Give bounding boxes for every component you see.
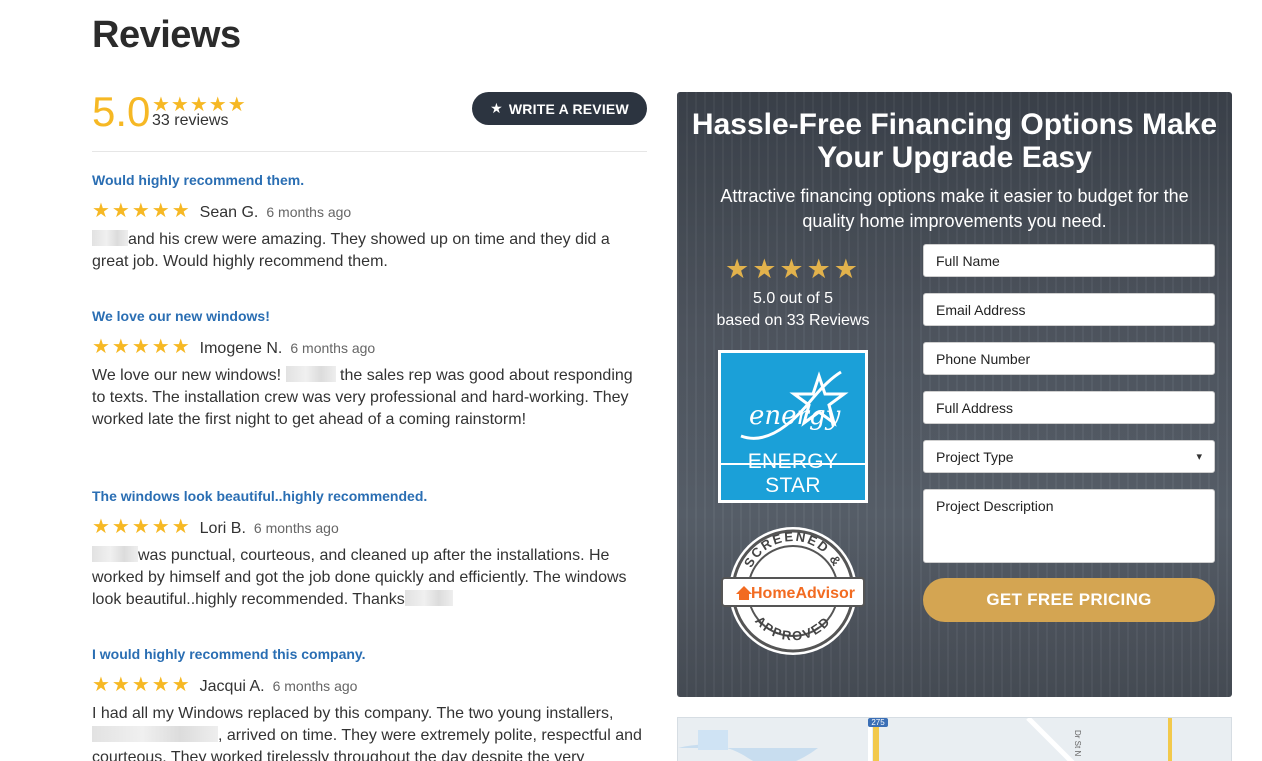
phone-field[interactable]: Phone Number (923, 342, 1215, 375)
review-body: and his crew were amazing. They showed u… (92, 229, 648, 273)
review-item: The windows look beautiful..highly recom… (92, 488, 648, 611)
rating-basis: based on 33 Reviews (716, 312, 870, 329)
review-author: Lori B. (199, 520, 246, 537)
financing-panel: Hassle-Free Financing Options Make Your … (677, 92, 1232, 697)
svg-text:HomeAdvisor: HomeAdvisor (751, 585, 855, 602)
financing-title: Hassle-Free Financing Options Make Your … (691, 108, 1218, 174)
redacted-name (285, 366, 336, 382)
energy-star-label: ENERGY STAR (747, 450, 839, 497)
rating-score: 5.0 out of 5 (752, 290, 834, 307)
svg-text:Dr St N: Dr St N (1073, 730, 1082, 756)
write-review-label: WRITE A REVIEW (508, 100, 629, 117)
redacted-name (92, 546, 138, 562)
review-time: 6 months ago (253, 520, 339, 536)
review-title[interactable]: The windows look beautiful..highly recom… (92, 488, 648, 504)
address-field[interactable]: Full Address (923, 391, 1215, 424)
redacted-name (404, 590, 453, 606)
review-text: We love our new windows! (92, 367, 286, 384)
write-review-button[interactable]: ★ WRITE A REVIEW (472, 92, 647, 125)
review-time: 6 months ago (266, 204, 352, 220)
map-tiles: 275 Dr St N (678, 718, 1231, 761)
review-author: Imogene N. (199, 340, 283, 357)
energy-star-icon: energy (740, 370, 849, 440)
review-author: Sean G. (199, 204, 259, 221)
redacted-name (92, 726, 218, 742)
email-field[interactable]: Email Address (923, 293, 1215, 326)
review-body: We love our new windows! the sales rep w… (92, 365, 648, 431)
review-text: I had all my Windows replaced by this co… (92, 705, 614, 722)
review-time: 6 months ago (290, 340, 376, 356)
review-item: Would highly recommend them. ★★★★★ Sean … (92, 172, 648, 273)
reviews-count: 33 reviews (152, 112, 229, 129)
rating-stars: ★★★★★ (724, 254, 862, 284)
chevron-down-icon: ▾ (1196, 451, 1202, 463)
review-stars: ★★★★★ (92, 516, 192, 538)
review-text: and his crew were amazing. They showed u… (92, 231, 610, 270)
reviews-summary: 5.0 ★★★★★ 33 reviews ★ WRITE A REVIEW (92, 88, 647, 152)
energy-star-logo: energy ENERGY STAR (718, 350, 868, 503)
review-time: 6 months ago (272, 678, 358, 694)
average-score: 5.0 (92, 88, 151, 135)
review-item: I would highly recommend this company. ★… (92, 646, 648, 761)
review-author: Jacqui A. (199, 678, 265, 695)
review-title[interactable]: We love our new windows! (92, 308, 648, 324)
review-body: I had all my Windows replaced by this co… (92, 703, 648, 761)
project-description-textarea[interactable]: Project Description (923, 489, 1215, 563)
svg-text:energy: energy (749, 401, 841, 431)
homeadvisor-seal-icon: SCREENED & APPROVED HomeAdvisor (721, 527, 865, 655)
review-title[interactable]: I would highly recommend this company. (92, 646, 648, 662)
star-icon: ★ (490, 100, 503, 116)
homeadvisor-badge: SCREENED & APPROVED HomeAdvisor (718, 524, 868, 658)
review-stars: ★★★★★ (92, 674, 192, 696)
page-title: Reviews (92, 14, 241, 56)
svg-text:275: 275 (871, 718, 885, 727)
project-type-select[interactable]: Project Type ▾ (923, 440, 1215, 473)
review-stars: ★★★★★ (92, 336, 192, 358)
financing-subtitle: Attractive financing options make it eas… (720, 186, 1189, 231)
project-type-value: Project Type (936, 448, 1014, 465)
review-text: was punctual, courteous, and cleaned up … (92, 547, 627, 608)
rating-text: 5.0 out of 5 based on 33 Reviews (699, 288, 887, 332)
review-item: We love our new windows! ★★★★★ Imogene N… (92, 308, 648, 431)
get-free-pricing-button[interactable]: GET FREE PRICING (923, 578, 1215, 622)
review-stars: ★★★★★ (92, 200, 192, 222)
review-title[interactable]: Would highly recommend them. (92, 172, 648, 188)
location-map[interactable]: 275 Dr St N (677, 717, 1232, 761)
review-body: was punctual, courteous, and cleaned up … (92, 545, 648, 611)
redacted-name (92, 230, 128, 246)
full-name-field[interactable]: Full Name (923, 244, 1215, 277)
